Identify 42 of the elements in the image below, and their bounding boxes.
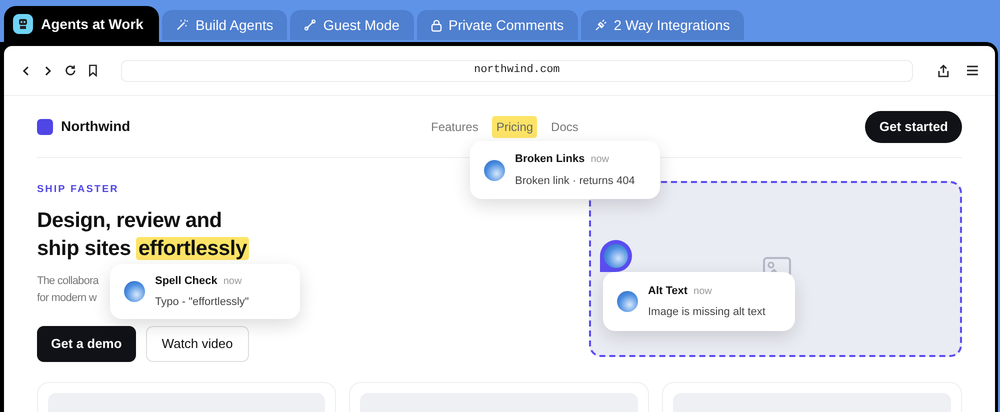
tab[interactable]: Build Agents [162,10,288,40]
link-icon [304,19,316,31]
nav-link[interactable]: Docs [547,116,582,138]
lock-icon [430,18,442,32]
demo-button[interactable]: Get a demo [37,326,136,362]
body-text: for modern w [37,291,96,306]
comment-title: Broken Links [515,152,585,167]
tab[interactable]: 2 Way Integrations [580,10,744,40]
comment-title: Spell Check [155,274,218,288]
headline: Design, review and ship sites effortlessly [37,208,250,262]
bookmark-icon[interactable] [86,64,99,77]
comment-time: now [223,274,242,288]
reload-icon[interactable] [64,64,77,77]
avatar-icon [617,291,638,312]
avatar-icon [124,281,145,302]
tab[interactable]: Agents at Work [4,6,160,42]
share-icon[interactable] [937,64,950,78]
eyebrow-label: SHIP FASTER [37,183,120,197]
comment-time: now [590,153,610,167]
tab[interactable]: Guest Mode [290,10,414,40]
comment-title: Alt Text [648,284,688,298]
menu-icon[interactable] [966,65,979,76]
get-started-button[interactable]: Get started [865,110,962,142]
comment-card[interactable]: Broken Links now Broken link · returns 404 [470,141,660,199]
robot-icon [13,14,33,34]
comment-text: Image is missing alt text [648,305,766,320]
brand-name[interactable]: Northwind [61,116,130,137]
tab[interactable]: Private Comments [416,10,578,40]
comment-text: Broken link · returns 404 [515,174,635,188]
comment-card[interactable]: Alt Text now Image is missing alt text [603,272,795,331]
comment-card[interactable]: Spell Check now Typo - "effortlessly" [110,264,300,319]
comment-text: Typo - "effortlessly" [155,295,249,310]
nav-link[interactable]: Features [427,116,482,138]
comment-time: now [694,284,712,298]
magic-wand-icon [176,19,188,31]
plug-icon [594,19,607,31]
body-text: The collabora [37,274,98,289]
avatar-icon [484,160,505,180]
video-button[interactable]: Watch video [146,326,249,362]
nav-link[interactable]: Pricing [492,116,538,138]
address-bar[interactable]: northwind.com [120,60,914,82]
logo-icon [37,118,53,134]
